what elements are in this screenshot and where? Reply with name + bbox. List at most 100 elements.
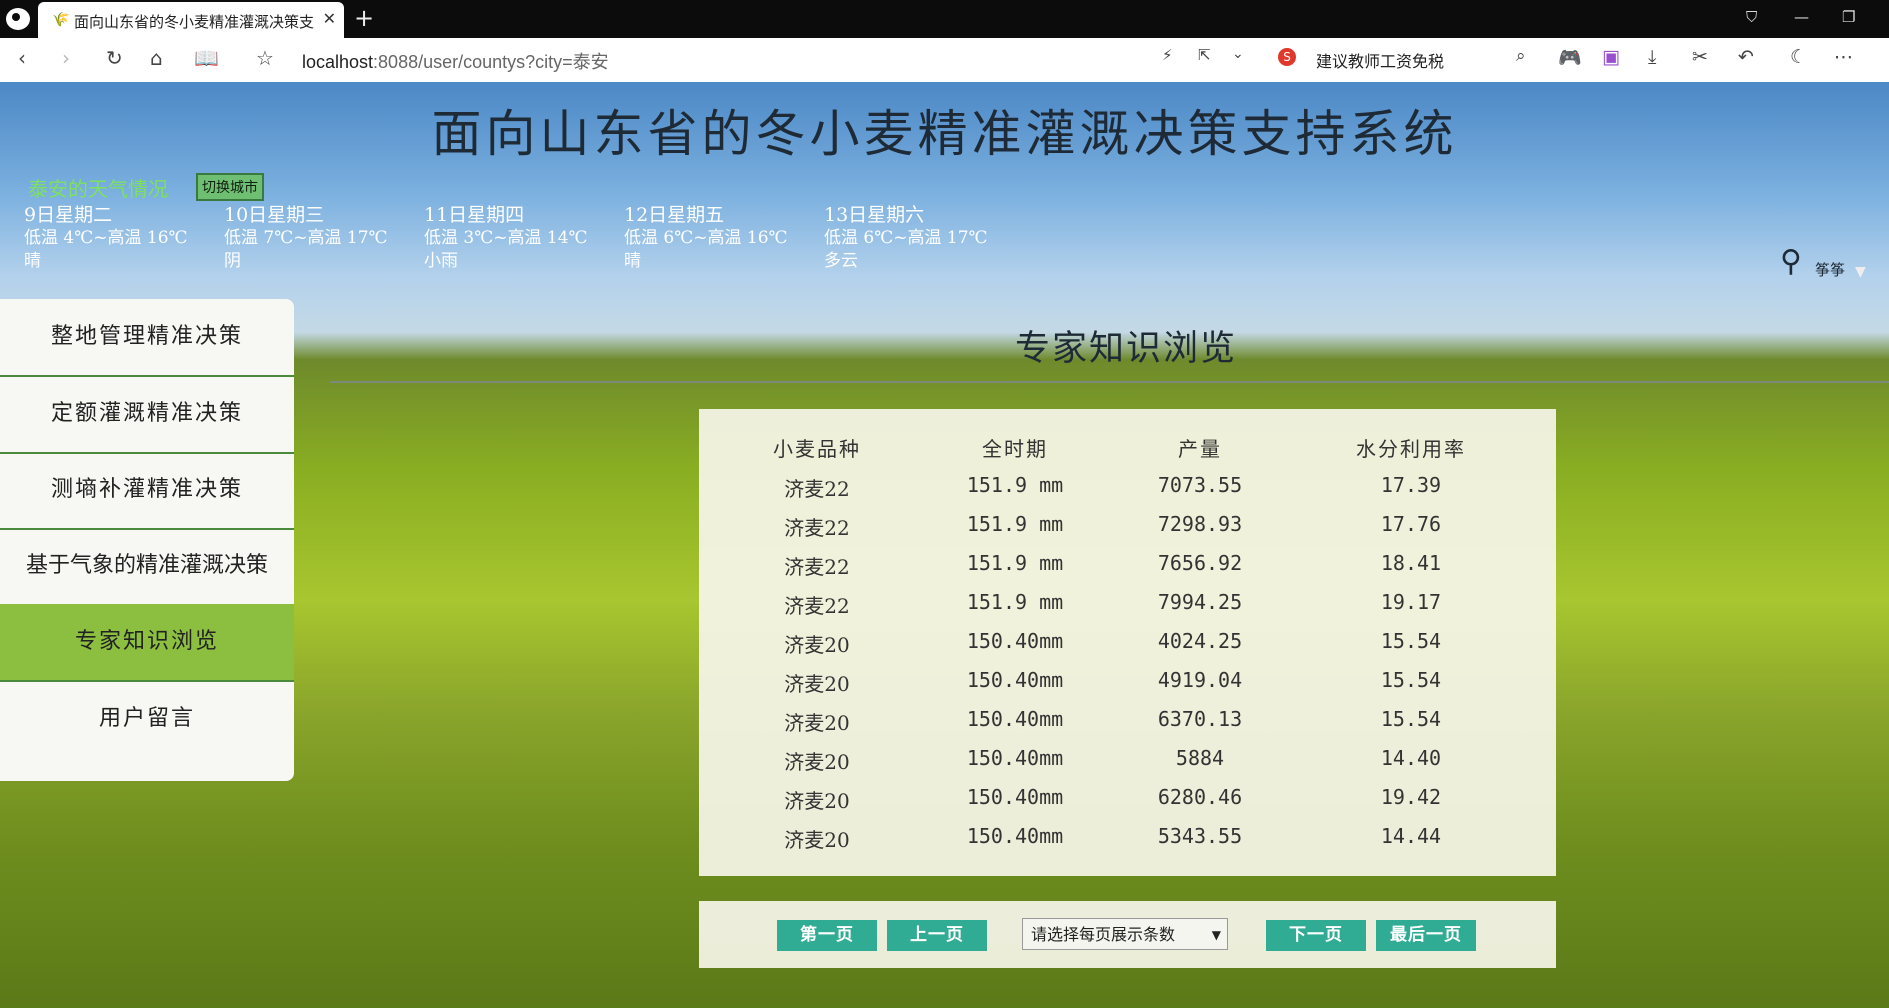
shirt-icon[interactable]: ⛉ [1746,8,1757,26]
lightning-icon[interactable]: ⚡ [1162,46,1173,64]
table-cell: 19.42 [1380,785,1442,809]
weather-date: 12日星期五 [624,204,725,226]
table-cell: 济麦20 [784,789,850,813]
table-cell: 4024.25 [1157,629,1243,653]
restore-icon[interactable]: ❐ [1842,8,1855,26]
sidebar-item-land-prep[interactable]: 整地管理精准决策 [0,299,294,377]
weather-condition: 多云 [824,251,858,271]
weather-condition: 阴 [224,251,241,271]
sidebar: 整地管理精准决策 定额灌溉精准决策 测墒补灌精准决策 基于气象的精准灌溉决策 专… [0,299,294,781]
weather-date: 9日星期二 [24,204,113,226]
table-cell: 济麦20 [784,750,850,774]
last-page-button[interactable]: 最后一页 [1376,920,1476,951]
url-input[interactable]: localhost:8088/user/countys?city=泰安 [302,48,609,74]
browser-tab[interactable]: 🌾 面向山东省的冬小麦精准灌溉决策支持系统 ✕ [38,2,344,38]
scissors-icon[interactable]: ✂ [1692,46,1708,68]
tab-title: 面向山东省的冬小麦精准灌溉决策支持系统 [74,13,314,31]
new-tab-icon[interactable]: + [354,4,374,32]
forward-icon[interactable]: › [62,46,70,70]
site-title: 面向山东省的冬小麦精准灌溉决策支持系统 [431,105,1458,163]
weather-date: 10日星期三 [224,204,325,226]
weather-temp: 低温 3℃~高温 14℃ [424,228,588,248]
divider [330,381,1889,383]
table-cell: 150.40mm [966,629,1064,653]
user-name[interactable]: 筝筝 [1815,259,1845,280]
user-avatar-icon[interactable]: ⚲ [1780,244,1802,279]
sidebar-item-user-messages[interactable]: 用户留言 [0,681,294,757]
table-cell: 7298.93 [1157,512,1243,536]
download-icon[interactable]: ⤓ [1648,46,1656,68]
translate-icon[interactable]: ▣ [1602,46,1620,68]
table-cell: 济麦22 [784,477,850,501]
table-cell: 17.39 [1380,473,1442,497]
table-cell: 济麦22 [784,555,850,579]
table-header: 小麦品种 [773,437,861,461]
table-cell: 150.40mm [966,668,1064,692]
reader-icon[interactable]: 📖 [194,46,219,70]
caret-down-icon[interactable]: ▼ [1855,264,1866,280]
wheat-favicon-icon: 🌾 [52,12,70,28]
share-icon[interactable]: ⇱ [1198,46,1211,64]
sidebar-item-expert-knowledge[interactable]: 专家知识浏览 [0,604,294,682]
table-cell: 4919.04 [1157,668,1243,692]
knowledge-table: 小麦品种 全时期 产量 水分利用率 济麦22 151.9 mm 7073.55 17.39 济麦… [699,409,1556,876]
chevron-down-icon[interactable]: ⌄ [1232,46,1244,62]
weather-temp: 低温 7℃~高温 17℃ [224,228,388,248]
table-cell: 151.9 mm [966,590,1064,614]
table-cell: 150.40mm [966,707,1064,731]
table-cell: 15.54 [1380,707,1442,731]
back-icon[interactable]: ‹ [18,46,26,70]
next-page-button[interactable]: 下一页 [1266,920,1366,951]
more-menu-icon[interactable]: ⋯ [1834,46,1853,68]
weather-day: 13日星期六 低温 6℃~高温 17℃ 多云 [824,204,988,273]
night-mode-icon[interactable]: ☾ [1790,46,1807,68]
table-cell: 150.40mm [966,746,1064,770]
table-cell: 6370.13 [1157,707,1243,731]
weather-condition: 晴 [24,251,41,271]
browser-tabbar: 🌾 面向山东省的冬小麦精准灌溉决策支持系统 ✕ + ⛉ — ❐ [0,0,1889,38]
table-cell: 151.9 mm [966,512,1064,536]
select-caret-icon: ▼ [1211,928,1221,942]
search-suggestion[interactable]: 建议教师工资免税 [1316,48,1444,72]
prev-page-button[interactable]: 上一页 [887,920,987,951]
undo-icon[interactable]: ↶ [1738,46,1754,68]
address-bar: ‹ › ↻ ⌂ 📖 ☆ localhost:8088/user/countys?… [0,38,1889,83]
table-cell: 7656.92 [1157,551,1243,575]
game-icon[interactable]: 🎮 [1558,46,1582,69]
search-engine-icon[interactable]: S [1278,48,1296,66]
reload-icon[interactable]: ↻ [106,46,123,70]
table-cell: 15.54 [1380,629,1442,653]
table-cell: 150.40mm [966,824,1064,848]
table-cell: 151.9 mm [966,473,1064,497]
first-page-button[interactable]: 第一页 [777,920,877,951]
table-cell: 济麦20 [784,711,850,735]
table-cell: 14.44 [1380,824,1442,848]
sidebar-item-soil-moisture[interactable]: 测墒补灌精准决策 [0,452,294,530]
table-cell: 7073.55 [1157,473,1243,497]
sidebar-item-weather-irrigation[interactable]: 基于气象的精准灌溉决策 [0,528,294,606]
switch-city-button[interactable]: 切换城市 [196,173,264,201]
table-cell: 济麦20 [784,672,850,696]
table-cell: 7994.25 [1157,590,1243,614]
table-cell: 5343.55 [1157,824,1243,848]
table-cell: 济麦22 [784,516,850,540]
table-cell: 济麦22 [784,594,850,618]
table-cell: 19.17 [1380,590,1442,614]
weather-day: 9日星期二 低温 4℃~高温 16℃ 晴 [24,204,188,273]
weather-date: 11日星期四 [424,204,525,226]
table-cell: 151.9 mm [966,551,1064,575]
home-icon[interactable]: ⌂ [150,46,163,70]
sidebar-item-quota-irrigation[interactable]: 定额灌溉精准决策 [0,376,294,454]
minimize-icon[interactable]: — [1794,8,1809,26]
weather-day: 10日星期三 低温 7℃~高温 17℃ 阴 [224,204,388,273]
page-size-select[interactable]: 请选择每页展示条数 ▼ [1022,918,1228,950]
table-header: 全时期 [982,437,1048,461]
weather-temp: 低温 6℃~高温 16℃ [624,228,788,248]
browser-logo-icon[interactable] [6,8,30,30]
close-tab-icon[interactable]: ✕ [323,9,336,28]
weather-title: 泰安的天气情况 [28,177,168,201]
bookmark-star-icon[interactable]: ☆ [256,46,274,70]
search-icon[interactable]: ⌕ [1516,46,1526,66]
table-header: 产量 [1178,437,1222,461]
page-size-select-value: 请选择每页展示条数 [1031,925,1176,944]
